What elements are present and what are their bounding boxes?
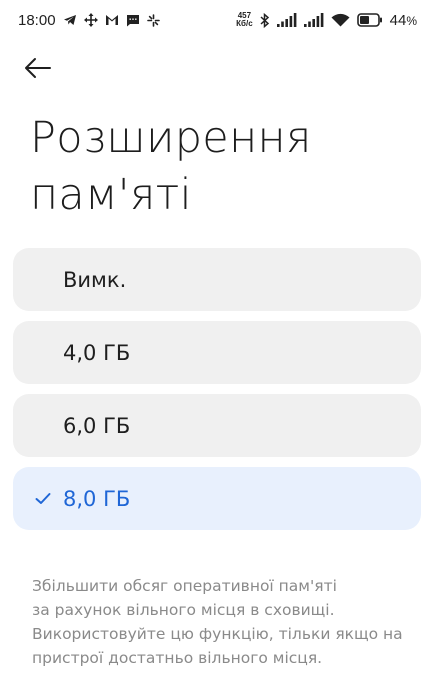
battery-percent-suffix: % [406,13,417,28]
back-button[interactable] [24,50,64,86]
battery-percent: 44% [390,12,417,29]
option-6gb[interactable]: 6,0 ГБ [13,394,421,457]
status-bar-left: 18:00 [18,12,160,29]
option-label: 6,0 ГБ [63,413,131,438]
network-speed-unit: Кб/с [236,19,253,28]
description-line: Збільшити обсяг оперативної пам'яті [32,577,337,595]
description-line: Використовуйте цю функцію, тільки якщо н… [32,625,403,643]
option-8gb[interactable]: 8,0 ГБ [13,467,421,530]
network-speed: 457 Кб/с [236,12,253,28]
description-line: пристрої достатньо вільного місця. [32,649,323,667]
option-label: 8,0 ГБ [63,486,131,511]
option-4gb[interactable]: 4,0 ГБ [13,321,421,384]
arrow-left-icon [24,57,52,79]
battery-icon [356,13,383,27]
clock: 18:00 [18,11,56,29]
battery-percent-value: 44 [389,11,407,29]
status-bar: 18:00 457 Кб/с 44% [0,0,435,40]
signal-strength-icon [276,13,297,27]
wifi-icon [331,13,350,27]
page-title-line-1: Розширення [30,113,312,163]
option-label: 4,0 ГБ [63,340,131,365]
description-line: за рахунок вільного місця в сховищі. [32,601,335,619]
gmail-icon [105,14,119,26]
bluetooth-icon [260,12,270,28]
message-icon [126,14,140,27]
move-arrows-icon [83,13,98,27]
status-bar-right: 457 Кб/с 44% [236,12,417,29]
page-title: Розширення пам'яті [30,110,410,224]
option-check-slot [35,492,63,505]
page-title-line-2: пам'яті [30,170,192,220]
check-icon [35,492,51,505]
signal-strength-sim2-icon [303,13,324,27]
memory-extension-options: Вимк. 4,0 ГБ 6,0 ГБ 8,0 ГБ [13,248,421,530]
option-off[interactable]: Вимк. [13,248,421,311]
pinwheel-icon [146,13,160,27]
description-text: Збільшити обсяг оперативної пам'яті за р… [32,574,412,670]
option-label: Вимк. [63,267,127,292]
telegram-icon [63,14,77,26]
